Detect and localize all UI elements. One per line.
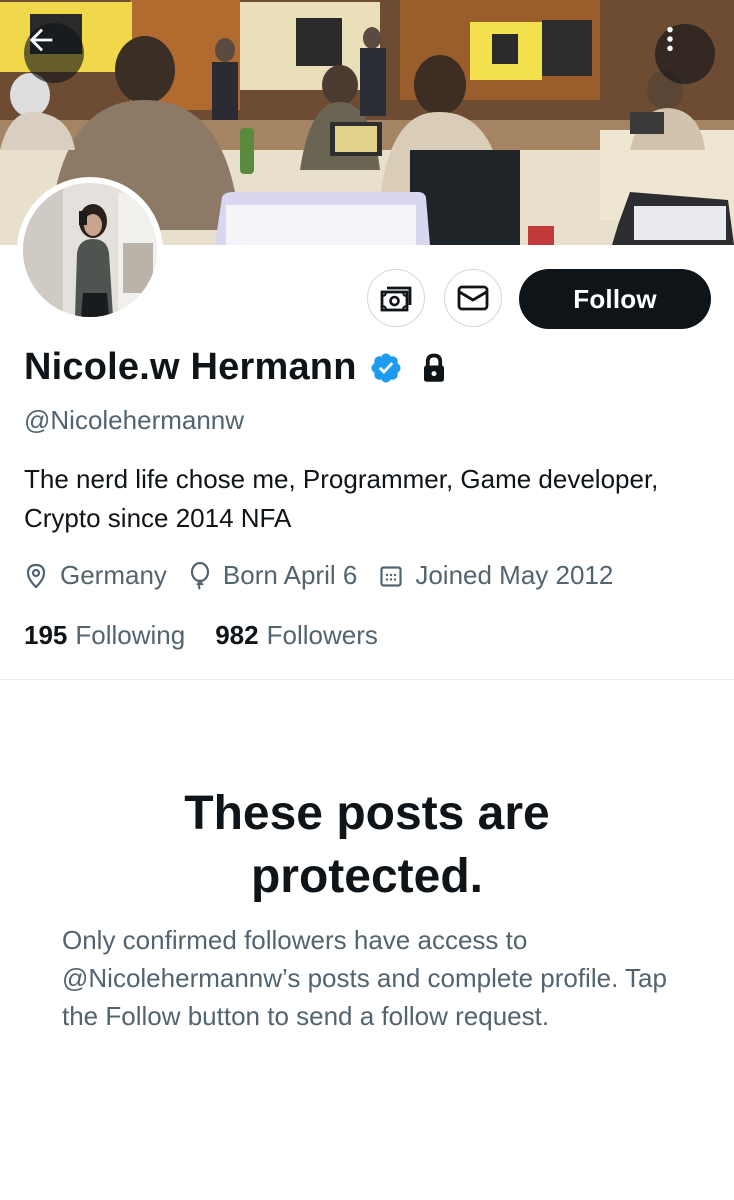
location-text: Germany [60,560,167,590]
follow-button[interactable]: Follow [519,269,711,329]
profile-name: Nicole.w Hermann [24,346,357,388]
divider [0,679,734,680]
money-icon [380,286,412,312]
following-count: 195 [24,620,68,650]
profile-bio: The nerd life chose me, Programmer, Game… [24,464,659,533]
profile-handle: @Nicolehermannw [24,405,245,435]
following-link[interactable]: 195 Following [24,620,185,651]
joined-item: Joined May 2012 [379,560,613,591]
avatar[interactable] [17,177,163,323]
followers-link[interactable]: 982 Followers [215,620,378,651]
profile-name-row: Nicole.w Hermann [24,346,447,389]
following-label: Following [75,620,186,650]
tip-button[interactable] [367,269,425,327]
calendar-icon [380,565,402,587]
birthday-item: Born April 6 [189,560,357,591]
more-options-button[interactable] [655,24,715,84]
followers-count: 982 [215,620,259,650]
birthday-text: Born April 6 [222,560,358,590]
back-button[interactable] [24,23,84,83]
joined-text: Joined May 2012 [415,560,614,590]
arrow-left-icon [29,28,53,52]
protected-title: These posts are protected. [184,787,550,903]
avatar-photo [23,183,157,317]
location-item: Germany [24,560,167,591]
more-vertical-icon [667,26,673,52]
message-button[interactable] [444,269,502,327]
protected-message: Only confirmed followers have access to … [62,925,667,1031]
profile-stats: 195 Following 982 Followers [24,620,408,651]
profile-meta: Germany Born April 6 Joined May 2012 [24,560,635,591]
lock-icon [423,353,444,382]
followers-label: Followers [266,620,378,650]
verified-badge-icon [371,352,401,383]
location-pin-icon [26,563,46,589]
balloon-icon [190,561,210,590]
mail-icon [457,285,489,311]
